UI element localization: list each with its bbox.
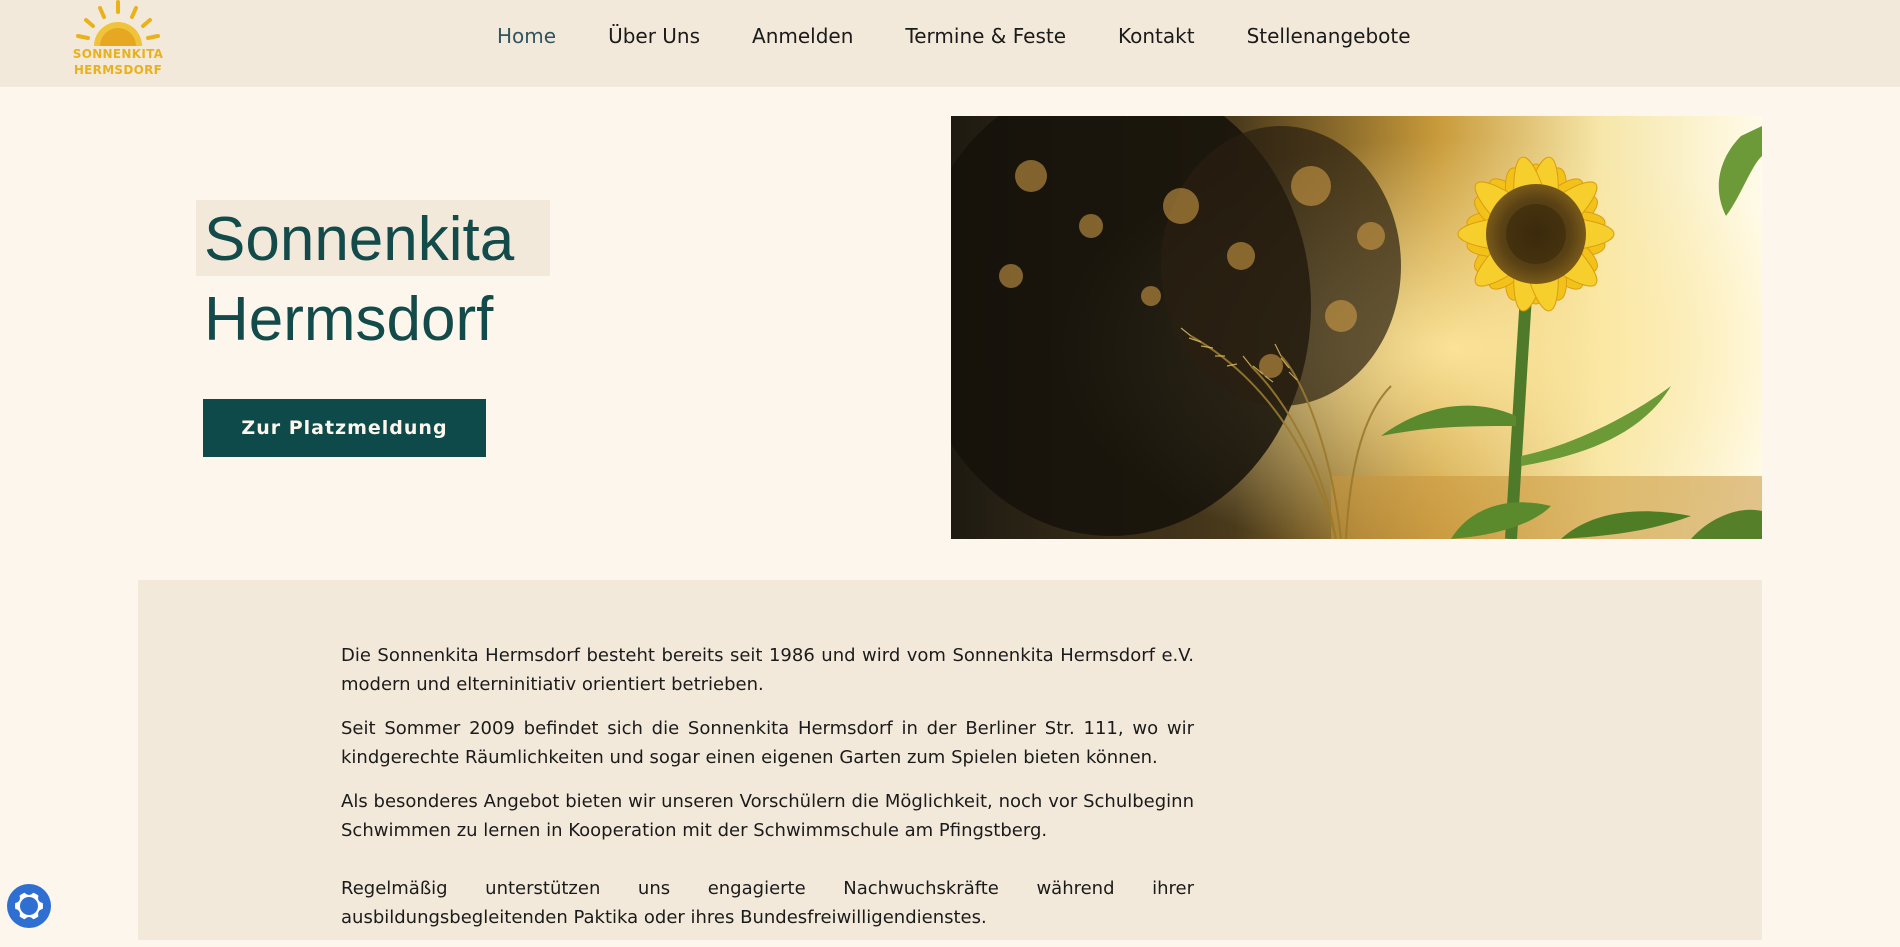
intro-paragraph: Regelmäßig unterstützen uns engagierte N… [341,878,1194,928]
logo-text-line2: HERMSDORF [73,63,163,77]
intro-text: Die Sonnenkita Hermsdorf besteht bereits… [341,641,1194,947]
site-header: SONNENKITA HERMSDORF Home Über Uns Anmel… [0,0,1900,87]
nav-item-anmelden[interactable]: Anmelden [752,24,853,48]
nav-item-stellenangebote[interactable]: Stellenangebote [1247,24,1411,48]
nav-item-termine-feste[interactable]: Termine & Feste [905,24,1066,48]
hero-title: Sonnenkita Hermsdorf [204,200,514,360]
cookie-settings-button[interactable] [4,881,54,931]
sunflower-image-icon [951,116,1762,539]
logo[interactable]: SONNENKITA HERMSDORF [70,0,166,80]
sunflower-photo [951,116,1762,539]
logo-text-line1: SONNENKITA [72,47,164,61]
cookie-settings-icon [7,884,51,928]
nav-item-kontakt[interactable]: Kontakt [1118,24,1195,48]
hero-title-line1: Sonnenkita [204,205,515,274]
nav-item-ueber-uns[interactable]: Über Uns [608,24,700,48]
intro-paragraph: Seit Sommer 2009 befindet sich die Sonne… [341,718,1194,768]
platzmeldung-button[interactable]: Zur Platzmeldung [203,399,486,457]
nav-item-home[interactable]: Home [497,24,556,48]
intro-paragraph: Die Sonnenkita Hermsdorf besteht bereits… [341,645,1194,695]
intro-paragraph: Als besonderes Angebot bieten wir unsere… [341,791,1194,841]
main-nav: Home Über Uns Anmelden Termine & Feste K… [497,0,1463,72]
sun-logo-icon [76,0,160,46]
hero-title-line2: Hermsdorf [204,285,494,354]
